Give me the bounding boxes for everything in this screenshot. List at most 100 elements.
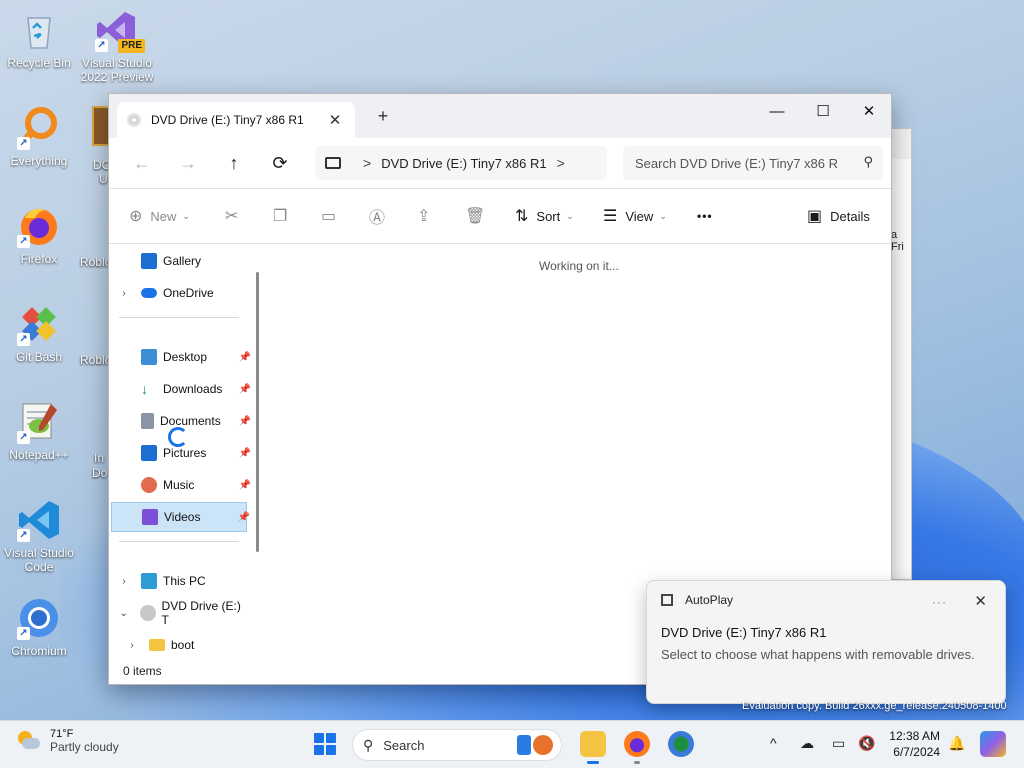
partial-desktop-label: Roblo [80,255,112,269]
details-button[interactable]: ▣ Details [807,189,870,243]
sidebar-item-label: Videos [164,510,201,524]
copy-button[interactable]: ❐ [273,189,295,243]
view-list-icon: ☰ [603,208,618,225]
sidebar-item-music[interactable]: Music 📌 [111,470,251,500]
maximize-button[interactable]: ☐ [801,98,845,126]
firefox-taskbar-icon[interactable] [624,731,650,764]
sidebar-item-label: Downloads [163,382,223,396]
sidebar-item-boot[interactable]: › boot [119,630,255,660]
volume-muted-icon[interactable]: 🔇 [858,735,875,752]
sidebar-item-videos[interactable]: Videos 📌 [111,502,250,532]
taskbar: 71°F Partly cloudy ⚲ Search ^ ☁ ▭ 🔇 12:3… [0,720,1024,768]
videos-icon [142,509,158,525]
desktop-icon-visual-studio-2022-preview[interactable]: PRE ↗ Visual Studio 2022 Preview [78,8,156,84]
weather-widget[interactable]: 71°F Partly cloudy [16,728,119,754]
delete-button[interactable]: 🗑 [465,189,493,243]
sidebar-item-label: DVD Drive (E:) T [161,599,241,627]
desktop-icon-git-bash[interactable]: ↗ Git Bash [0,302,78,364]
copilot-preview-icon[interactable] [980,731,1006,757]
view-label: View [625,208,654,224]
sort-icon: ⇅ [515,208,529,225]
refresh-button[interactable]: ⟳ [257,153,303,174]
close-window-button[interactable]: ✕ [847,98,891,126]
sidebar-item-gallery[interactable]: Gallery [111,246,247,276]
sidebar-item-desktop[interactable]: Desktop 📌 [111,342,251,372]
shortcut-arrow-icon: ↗ [95,39,108,52]
network-icon[interactable]: ☁ [800,735,814,752]
desktop-icon-notepad-plus-plus[interactable]: ↗ Notepad++ [0,400,78,462]
cut-button[interactable]: ✂ [225,189,246,243]
tab-close-icon[interactable]: ✕ [325,111,345,129]
up-button[interactable]: ↑ [211,153,257,174]
minimize-button[interactable]: — [755,98,799,126]
sidebar-scrollbar[interactable] [256,272,259,552]
search-icon: ⚲ [863,154,873,169]
pin-icon: 📌 [238,447,251,459]
more-options-button[interactable]: ••• [697,189,713,243]
pin-icon: 📌 [238,479,251,491]
weather-temperature: 71°F [50,728,74,740]
pin-icon: 📌 [238,415,251,427]
rename-button[interactable]: Ⓐ [369,189,393,243]
navigation-pane[interactable]: Gallery › OneDrive Desktop 📌 ↓ Downloads… [109,245,263,662]
title-bar[interactable]: DVD Drive (E:) Tiny7 x86 R1 ✕ + — ☐ ✕ [109,94,891,138]
notification-close-button[interactable]: ✕ [974,592,987,610]
sidebar-item-label: Desktop [163,350,208,364]
breadcrumb-chevron[interactable]: > [557,155,565,171]
explorer-tab[interactable]: DVD Drive (E:) Tiny7 x86 R1 ✕ [117,102,355,138]
share-button[interactable]: ⇪ [417,189,438,243]
breadcrumb-separator[interactable]: > [363,155,371,171]
chevron-down-icon[interactable]: ⌄ [117,608,130,619]
show-hidden-icons-button[interactable]: ^ [770,735,777,751]
pin-icon: 📌 [238,351,251,363]
paste-button[interactable]: ▭ [321,189,344,243]
sidebar-item-onedrive[interactable]: › OneDrive [111,278,247,308]
address-bar[interactable]: > DVD Drive (E:) Tiny7 x86 R1 > [315,146,607,180]
sidebar-item-downloads[interactable]: ↓ Downloads 📌 [111,374,251,404]
desktop-icon-everything[interactable]: ↗ Everything [0,106,78,168]
sidebar-item-dvd-drive[interactable]: ⌄ DVD Drive (E:) T [111,598,247,628]
breadcrumb-dvd-drive[interactable]: DVD Drive (E:) Tiny7 x86 R1 [381,156,546,171]
search-icon: ⚲ [363,736,374,753]
new-button[interactable]: ⊕ New ⌄ [129,189,190,243]
desktop-icon-firefox[interactable]: ↗ Firefox [0,204,78,266]
shortcut-arrow-icon: ↗ [17,137,30,150]
shortcut-arrow-icon: ↗ [17,431,30,444]
autoplay-notification[interactable]: AutoPlay ··· ✕ DVD Drive (E:) Tiny7 x86 … [646,580,1006,704]
sort-button[interactable]: ⇅ Sort ⌄ [515,189,574,243]
notification-more-button[interactable]: ··· [932,595,947,609]
view-button[interactable]: ☰ View ⌄ [603,189,667,243]
download-manager-taskbar-icon[interactable] [668,731,694,757]
loading-message: Working on it... [539,259,619,273]
forward-button[interactable]: → [165,153,211,174]
desktop-icon-visual-studio-code[interactable]: ↗ Visual Studio Code [0,498,78,574]
desktop-icon-chromium[interactable]: ↗ Chromium [0,596,78,658]
desktop-icon-label: Chromium [11,644,67,658]
chevron-right-icon[interactable]: › [125,640,139,651]
back-button[interactable]: ← [119,153,165,174]
desktop-icon [141,349,157,365]
notification-bell-icon[interactable]: 🔔 [948,735,965,752]
clock[interactable]: 12:38 AM 6/7/2024 [889,728,940,760]
share-icon: ⇪ [417,208,431,225]
taskbar-search[interactable]: ⚲ Search [352,729,562,761]
desktop-icon-label: Visual Studio Code [4,546,74,574]
notification-title: DVD Drive (E:) Tiny7 x86 R1 [661,625,827,640]
start-button[interactable] [314,733,336,755]
search-input[interactable]: Search DVD Drive (E:) Tiny7 x86 R ⚲ [623,146,883,180]
file-explorer-taskbar-icon[interactable] [580,731,606,764]
new-tab-button[interactable]: + [371,106,395,127]
sort-label: Sort [536,208,561,224]
notepad-plus-plus-icon: ↗ [17,400,61,444]
folder-icon [149,639,165,651]
chevron-right-icon[interactable]: › [117,288,131,299]
chevron-right-icon[interactable]: › [117,576,131,587]
partial-desktop-label: U [99,172,108,186]
display-icon[interactable]: ▭ [832,735,845,752]
partial-desktop-label: Roblo [80,353,112,367]
evaluation-watermark: Evaluation copy. Build 26xxx.ge_release.… [742,700,1007,712]
notification-body: Select to choose what happens with remov… [661,647,975,662]
desktop-icon-label: Firefox [20,252,58,266]
sidebar-item-this-pc[interactable]: › This PC [111,566,247,596]
desktop-icon-recycle-bin[interactable]: Recycle Bin [0,8,78,70]
